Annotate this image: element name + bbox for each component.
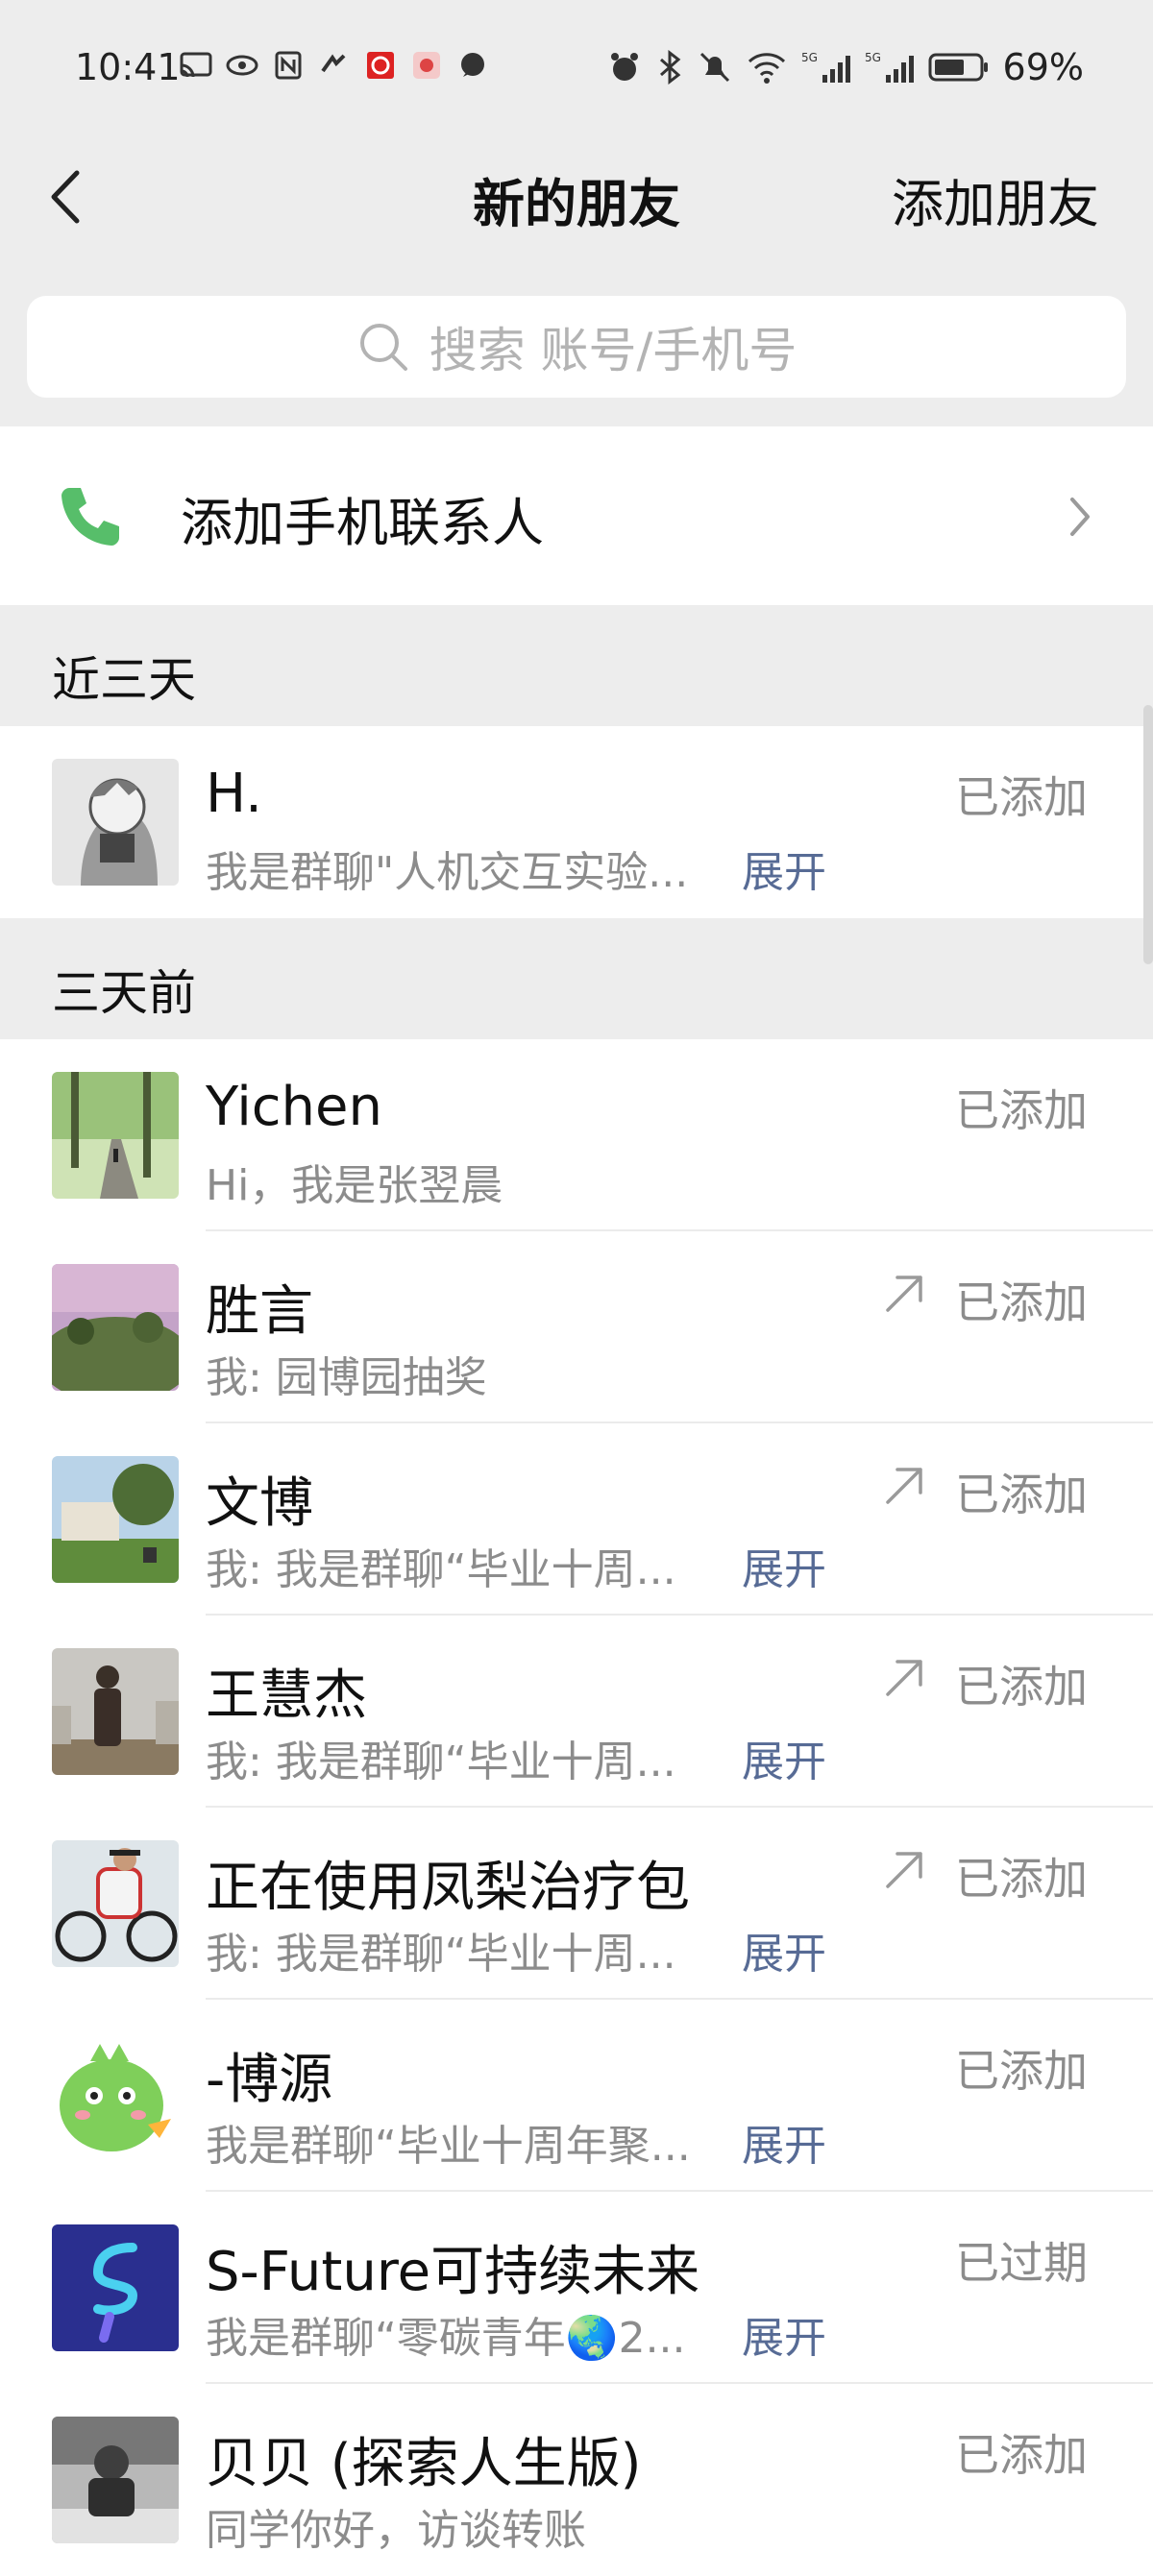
arrow-up-right-icon bbox=[886, 1660, 922, 1696]
avatar bbox=[52, 1456, 179, 1583]
expand-link[interactable]: 展开 bbox=[742, 1727, 826, 1788]
section-header-recent: 近三天 bbox=[0, 605, 1153, 726]
add-phone-contacts-label: 添加手机联系人 bbox=[181, 493, 544, 553]
app-notification-icon bbox=[321, 54, 346, 73]
alarm-icon bbox=[610, 53, 638, 81]
request-message: 我是群聊"人机交互实验... bbox=[206, 848, 689, 897]
signal-icon-2: 5G bbox=[865, 51, 914, 83]
list-item[interactable]: 王慧杰 我: 我是群聊“毕业十周... 展开 已添加 bbox=[0, 1616, 1153, 1808]
request-message: 我: 我是群聊“毕业十周... bbox=[206, 1738, 676, 1786]
avatar bbox=[52, 1072, 179, 1199]
status-bar: 10:41 5G 5G 69% bbox=[0, 0, 1153, 134]
list-item[interactable]: S-Future可持续未来 我是群聊“零碳青年🌏2... 展开 已过期 bbox=[0, 2192, 1153, 2384]
app-badge-icon bbox=[413, 52, 440, 79]
avatar bbox=[52, 2032, 179, 2159]
contact-name: S-Future可持续未来 bbox=[206, 2241, 700, 2303]
nav-bar: 新的朋友 添加朋友 bbox=[0, 144, 1153, 250]
status-label: 已添加 bbox=[955, 2429, 1088, 2481]
svg-text:5G: 5G bbox=[801, 51, 818, 64]
list-item[interactable]: -博源 我是群聊“毕业十周年聚... 展开 已添加 bbox=[0, 2000, 1153, 2192]
nfc-icon bbox=[275, 51, 302, 80]
system-icons: 5G 5G 69% bbox=[607, 46, 1084, 88]
request-message: 我: 园博园抽奖 bbox=[206, 1353, 487, 1402]
avatar bbox=[52, 2417, 179, 2543]
contact-name: H. bbox=[206, 763, 262, 825]
status-label: 已添加 bbox=[955, 1084, 1088, 1136]
contact-name: 胜言 bbox=[206, 1280, 313, 1343]
status-label: 已过期 bbox=[955, 2237, 1088, 2289]
list-item[interactable]: Yichen Hi，我是张翌晨 已添加 bbox=[0, 1039, 1153, 1231]
status-label: 已添加 bbox=[955, 2045, 1088, 2097]
contact-name: 文博 bbox=[206, 1472, 313, 1535]
status-label: 已添加 bbox=[955, 1853, 1088, 1905]
contact-name: 正在使用凤梨治疗包 bbox=[206, 1857, 690, 1919]
status-label: 已添加 bbox=[955, 771, 1088, 823]
search-placeholder: 搜索 账号/手机号 bbox=[429, 323, 797, 378]
request-message: 我: 我是群聊“毕业十周... bbox=[206, 1930, 676, 1979]
bank-app-icon bbox=[367, 52, 394, 79]
notification-icons bbox=[179, 50, 490, 81]
search-icon bbox=[359, 324, 407, 371]
scrollbar[interactable] bbox=[1143, 705, 1153, 964]
cast-icon bbox=[180, 52, 212, 78]
section-title: 近三天 bbox=[52, 652, 196, 708]
contact-name: Yichen bbox=[206, 1076, 382, 1138]
avatar bbox=[52, 759, 179, 886]
add-phone-contacts-row[interactable]: 添加手机联系人 bbox=[0, 426, 1153, 605]
status-time: 10:41 bbox=[75, 46, 181, 88]
search-input[interactable]: 搜索 账号/手机号 bbox=[27, 296, 1126, 398]
contact-name: 王慧杰 bbox=[206, 1665, 367, 1727]
signal-icon-1: 5G bbox=[801, 51, 850, 83]
expand-link[interactable]: 展开 bbox=[742, 1535, 826, 1596]
request-message: Hi，我是张翌晨 bbox=[206, 1161, 503, 1210]
list-item[interactable]: 胜言 我: 园博园抽奖 已添加 bbox=[0, 1231, 1153, 1423]
request-message: 我是群聊“零碳青年🌏2... bbox=[206, 2314, 686, 2363]
avatar bbox=[52, 1648, 179, 1775]
avatar bbox=[52, 1840, 179, 1967]
bluetooth-icon bbox=[659, 50, 680, 85]
recent-list: H. 我是群聊"人机交互实验... 展开 已添加 bbox=[0, 726, 1153, 918]
status-label: 已添加 bbox=[955, 1469, 1088, 1520]
battery-icon bbox=[928, 53, 988, 82]
contact-name: -博源 bbox=[206, 2049, 333, 2111]
phone-icon bbox=[61, 488, 119, 546]
mute-icon bbox=[699, 52, 729, 83]
arrow-up-right-icon bbox=[886, 1852, 922, 1888]
list-item[interactable]: 正在使用凤梨治疗包 我: 我是群聊“毕业十周... 展开 已添加 bbox=[0, 1808, 1153, 2000]
expand-link[interactable]: 展开 bbox=[742, 838, 826, 899]
earlier-list: Yichen Hi，我是张翌晨 已添加 胜言 我: 园博园抽奖 已添加 文博 我… bbox=[0, 1039, 1153, 2576]
list-item[interactable]: H. 我是群聊"人机交互实验... 展开 已添加 bbox=[0, 726, 1153, 918]
section-header-earlier: 三天前 bbox=[0, 918, 1153, 1039]
eye-icon bbox=[226, 55, 258, 76]
arrow-up-right-icon bbox=[886, 1468, 922, 1504]
avatar bbox=[52, 2224, 179, 2351]
arrow-up-right-icon bbox=[886, 1276, 922, 1312]
add-friend-button[interactable]: 添加朋友 bbox=[892, 161, 1099, 237]
avatar bbox=[52, 1264, 179, 1391]
status-label: 已添加 bbox=[955, 1661, 1088, 1713]
status-label: 已添加 bbox=[955, 1276, 1088, 1328]
expand-link[interactable]: 展开 bbox=[742, 2111, 826, 2173]
list-item[interactable]: 文博 我: 我是群聊“毕业十周... 展开 已添加 bbox=[0, 1423, 1153, 1616]
svg-text:5G: 5G bbox=[865, 51, 881, 64]
section-title: 三天前 bbox=[52, 965, 196, 1021]
expand-link[interactable]: 展开 bbox=[742, 1919, 826, 1981]
request-message: 我: 我是群聊“毕业十周... bbox=[206, 1545, 676, 1594]
message-icon bbox=[461, 53, 484, 77]
battery-level: 69% bbox=[1002, 46, 1084, 88]
expand-link[interactable]: 展开 bbox=[742, 2303, 826, 2365]
chevron-right-icon bbox=[1070, 498, 1090, 536]
request-message: 同学你好，访谈转账 bbox=[206, 2506, 586, 2555]
list-item[interactable]: 贝贝 (探索人生版) 同学你好，访谈转账 已添加 bbox=[0, 2384, 1153, 2576]
wifi-icon bbox=[748, 53, 785, 84]
contact-name: 贝贝 (探索人生版) bbox=[206, 2433, 642, 2495]
request-message: 我是群聊“毕业十周年聚... bbox=[206, 2122, 691, 2171]
